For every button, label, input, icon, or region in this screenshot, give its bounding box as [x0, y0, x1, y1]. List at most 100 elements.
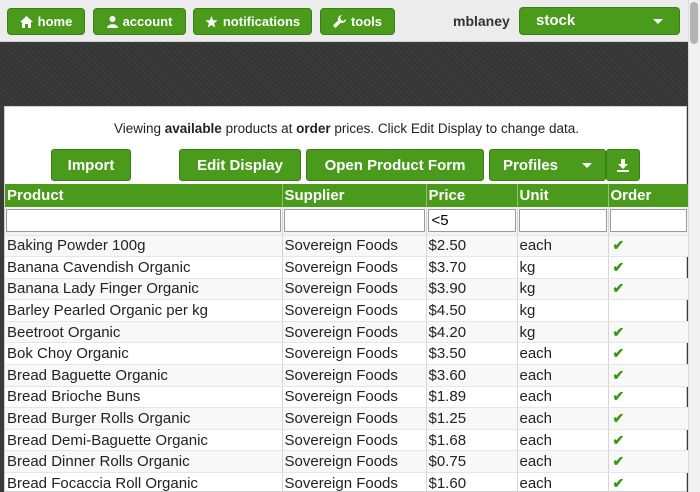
table-row[interactable]: Baking Powder 100g Sovereign Foods $2.50 ea… [5, 235, 689, 258]
cell-price: $4.50 [426, 299, 518, 322]
cell-price: $3.70 [426, 256, 518, 279]
table-row[interactable]: Beetroot Organic Sovereign Foods $4.20 kg ✔ [5, 321, 689, 344]
cell-supplier: Sovereign Foods [282, 364, 427, 387]
scrollbar[interactable] [688, 0, 700, 492]
account-button[interactable]: account [93, 8, 186, 35]
table-row[interactable]: Bread Demi-Baguette Organic Sovereign Foo… [5, 429, 689, 452]
supplier-filter-input[interactable] [283, 209, 425, 233]
cell-product: Bok Choy Organic [5, 342, 283, 366]
cell-product: Bread Brioche Buns [5, 386, 283, 409]
column-header-supplier[interactable]: Supplier [282, 184, 427, 207]
cell-product: Banana Cavendish Organic [5, 256, 283, 279]
cell-price: $0.75 [426, 450, 518, 474]
user-icon [106, 15, 118, 28]
filter-cell [5, 207, 283, 236]
column-header-product[interactable]: Product [5, 184, 283, 207]
filter-cell [282, 207, 427, 236]
stock-select[interactable]: stock [519, 7, 680, 35]
cell-unit: each [517, 429, 609, 452]
scrollbar-thumb[interactable] [690, 2, 698, 44]
username: mblaney [453, 13, 510, 29]
wrench-icon [332, 15, 346, 28]
info-order: order [296, 121, 331, 136]
tools-label: tools [350, 14, 383, 29]
cell-supplier: Sovereign Foods [282, 235, 427, 258]
cell-supplier: Sovereign Foods [282, 321, 427, 344]
header-row: Product Supplier Price Unit Order [5, 184, 689, 207]
account-label: account [122, 14, 173, 29]
table-row[interactable]: Bread Brioche Buns Sovereign Foods $1.89 ea… [5, 386, 689, 409]
import-button[interactable]: Import [51, 149, 131, 181]
open-product-form-button[interactable]: Open Product Form [306, 149, 484, 181]
table-row[interactable]: Bread Burger Rolls Organic Sovereign Food… [5, 407, 689, 430]
cell-price: $3.90 [426, 278, 518, 301]
cell-price: $1.89 [426, 386, 518, 409]
info-mid: products at [221, 121, 297, 136]
notifications-button[interactable]: notifications [193, 8, 312, 35]
tools-button[interactable]: tools [320, 8, 395, 35]
profiles-button[interactable]: Profiles [489, 149, 606, 181]
cell-supplier: Sovereign Foods [282, 450, 427, 474]
cell-unit: each [517, 472, 609, 492]
home-button[interactable]: home [7, 8, 85, 35]
cell-unit: kg [517, 321, 609, 344]
stock-select-value: stock [536, 12, 576, 29]
cell-price: $3.60 [426, 364, 518, 387]
info-suffix: prices. Click Edit Display to change dat… [330, 121, 580, 136]
cell-supplier: Sovereign Foods [282, 256, 427, 279]
cell-product: Beetroot Organic [5, 321, 283, 344]
table-row[interactable]: Banana Lady Finger Organic Sovereign Food… [5, 278, 689, 301]
cell-supplier: Sovereign Foods [282, 407, 427, 430]
order-filter-input[interactable] [609, 209, 687, 233]
cell-unit: each [517, 407, 609, 430]
cell-product: Bread Demi-Baguette Organic [5, 429, 283, 452]
column-header-order[interactable]: Order [608, 184, 689, 207]
column-header-price[interactable]: Price [426, 184, 518, 207]
table-row[interactable]: Bread Focaccia Roll Organic Sovereign Foo… [5, 472, 689, 492]
products-table: Product Supplier Price Unit Order Baking… [5, 184, 689, 492]
info-text: Viewing available products at order pric… [5, 121, 688, 136]
cell-supplier: Sovereign Foods [282, 299, 427, 322]
order-check-icon [608, 299, 689, 322]
cell-supplier: Sovereign Foods [282, 278, 427, 301]
cell-product: Barley Pearled Organic per kg [5, 299, 283, 322]
cell-unit: kg [517, 256, 609, 279]
cell-price: $2.50 [426, 235, 518, 258]
info-available: available [164, 121, 222, 136]
table-row[interactable]: Banana Cavendish Organic Sovereign Foods $… [5, 256, 689, 279]
cell-unit: each [517, 386, 609, 409]
cell-price: $1.25 [426, 407, 518, 430]
order-check-icon: ✔ [608, 256, 689, 279]
cell-product: Banana Lady Finger Organic [5, 278, 283, 301]
table-row[interactable]: Bok Choy Organic Sovereign Foods $3.50 each… [5, 342, 689, 366]
cell-product: Bread Dinner Rolls Organic [5, 450, 283, 474]
cell-unit: each [517, 342, 609, 366]
info-prefix: Viewing [113, 121, 165, 136]
filter-cell [426, 207, 518, 236]
unit-filter-input[interactable] [518, 209, 607, 233]
cell-price: $1.68 [426, 429, 518, 452]
price-filter-input[interactable] [427, 209, 516, 233]
cell-supplier: Sovereign Foods [282, 342, 427, 366]
table-row[interactable]: Bread Dinner Rolls Organic Sovereign Food… [5, 450, 689, 474]
filter-cell [517, 207, 609, 236]
edit-display-button[interactable]: Edit Display [179, 149, 301, 181]
cell-price: $1.60 [426, 472, 518, 492]
download-button[interactable] [606, 149, 640, 181]
product-filter-input[interactable] [6, 209, 281, 233]
order-check-icon: ✔ [608, 321, 689, 344]
table-row[interactable]: Barley Pearled Organic per kg Sovereign F… [5, 299, 689, 322]
table-row[interactable]: Bread Baguette Organic Sovereign Foods $3.… [5, 364, 689, 387]
cell-supplier: Sovereign Foods [282, 429, 427, 452]
order-check-icon: ✔ [608, 278, 689, 301]
cell-unit: kg [517, 278, 609, 301]
header-band [0, 43, 700, 105]
edit-display-label: Edit Display [197, 156, 283, 174]
column-header-unit[interactable]: Unit [517, 184, 609, 207]
products-panel: Viewing available products at order pric… [4, 106, 689, 492]
cell-unit: kg [517, 299, 609, 322]
home-label: home [37, 14, 73, 29]
cell-product: Bread Focaccia Roll Organic [5, 472, 283, 492]
cell-supplier: Sovereign Foods [282, 386, 427, 409]
order-check-icon: ✔ [608, 450, 689, 474]
